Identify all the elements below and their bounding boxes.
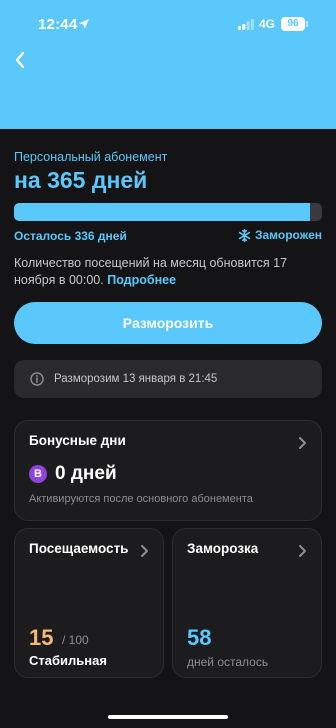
frozen-label: Заморожен: [254, 228, 322, 242]
progress-fill: [14, 203, 310, 221]
bonus-badge-icon: B: [29, 465, 47, 483]
chevron-right-icon[interactable]: [297, 544, 307, 558]
chevron-right-icon[interactable]: [297, 436, 307, 450]
status-bar: 12:44 4G 96: [0, 0, 336, 48]
subscription-progress-bar: [14, 203, 322, 221]
attendance-title: Посещаемость: [29, 541, 129, 556]
subscription-type-label: Персональный абонемент: [14, 150, 168, 164]
visits-info: Количество посещений на месяц обновится …: [14, 255, 324, 289]
bonus-days-note: Активируются после основного абонемента: [29, 493, 253, 505]
days-remaining: Осталось 336 дней: [14, 229, 127, 243]
attendance-status: Стабильная: [29, 653, 107, 668]
back-button[interactable]: [8, 48, 32, 72]
chevron-left-icon: [15, 51, 25, 69]
freeze-days-note: дней осталось: [187, 655, 269, 669]
bonus-days-title: Бонусные дни: [29, 433, 126, 448]
location-arrow-icon: [79, 19, 89, 29]
home-indicator[interactable]: [108, 715, 228, 719]
network-type: 4G: [259, 17, 276, 31]
unfreeze-notice: Разморозим 13 января в 21:45: [14, 360, 322, 398]
freeze-title: Заморозка: [187, 541, 259, 556]
frozen-status: Заморожен: [238, 228, 322, 242]
freeze-card[interactable]: Заморозка 58 дней осталось: [172, 528, 322, 678]
attendance-max: / 100: [62, 633, 89, 647]
battery-indicator: 96: [281, 17, 305, 31]
info-circle-icon: [30, 372, 44, 386]
snowflake-icon: [238, 228, 251, 242]
subscription-title: на 365 дней: [14, 167, 148, 193]
attendance-card[interactable]: Посещаемость 15 / 100 Стабильная: [14, 528, 164, 678]
signal-bars-icon: [238, 19, 254, 30]
more-link[interactable]: Подробнее: [107, 273, 176, 287]
notice-text: Разморозим 13 января в 21:45: [54, 373, 218, 385]
battery-nub: [306, 21, 308, 27]
bonus-days-card[interactable]: Бонусные дни B 0 дней Активируются после…: [14, 420, 322, 521]
unfreeze-button[interactable]: Разморозить: [14, 302, 322, 344]
status-time: 12:44: [38, 16, 78, 33]
bonus-days-value: 0 дней: [55, 463, 117, 484]
chevron-right-icon[interactable]: [139, 544, 149, 558]
freeze-days-value: 58: [187, 625, 212, 650]
attendance-value: 15: [29, 625, 54, 650]
